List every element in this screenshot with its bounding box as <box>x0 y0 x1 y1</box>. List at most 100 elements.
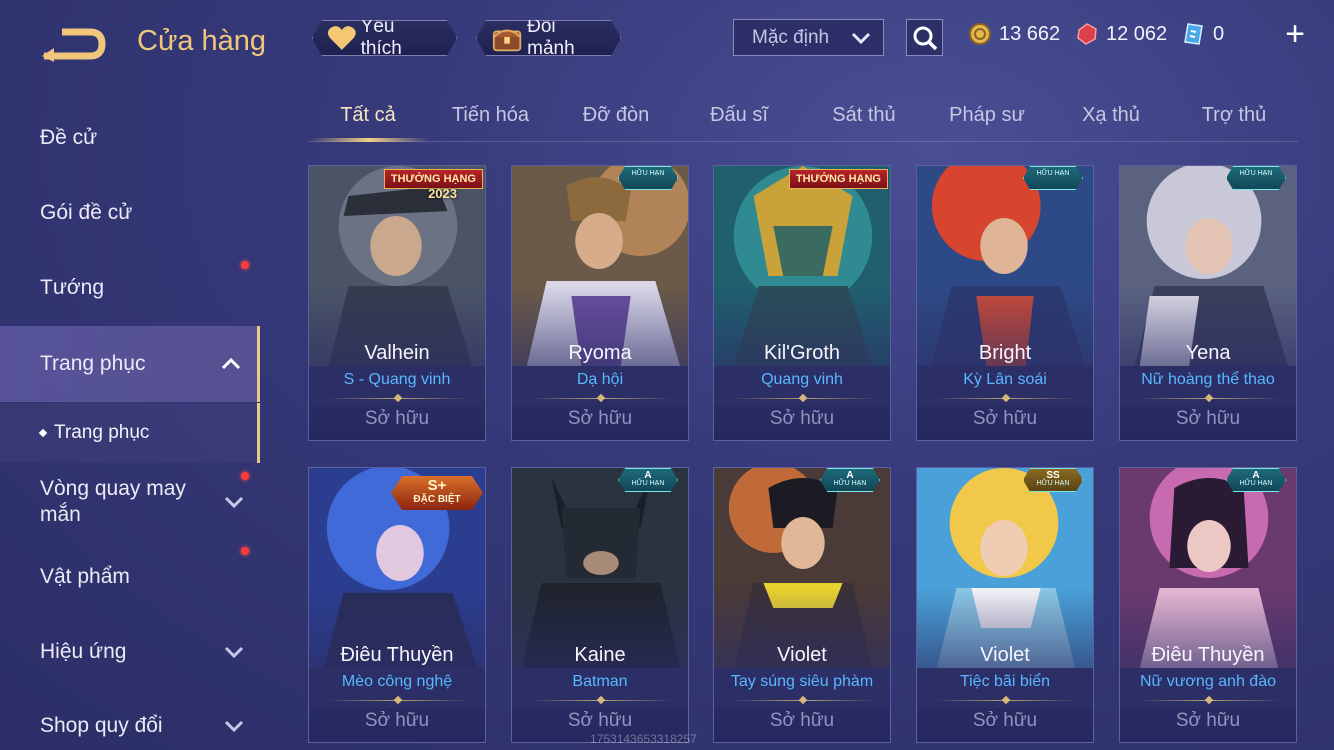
owned-status: Sở hữu <box>769 710 835 731</box>
tab-mage[interactable]: Pháp sư <box>946 104 1028 127</box>
tab-tank[interactable]: Đỡ đòn <box>578 104 654 127</box>
skin-name: Dạ hội <box>576 371 624 388</box>
hero-name: Điêu Thuyền <box>340 644 454 666</box>
sidebar-item-label: Vòng quay may mắn <box>40 477 186 526</box>
hero-name: Bright <box>978 342 1032 364</box>
coupon-icon <box>1184 23 1203 45</box>
hero-name: Violet <box>980 644 1030 666</box>
limited-badge: HỮU HẠN <box>1023 166 1083 190</box>
limited-badge: HỮU HẠN <box>618 166 678 190</box>
sidebar-item-lucky-spin[interactable]: Vòng quay may mắn <box>0 464 260 540</box>
top-up-button[interactable]: + <box>1280 17 1310 51</box>
sort-value: Mặc định <box>752 26 830 48</box>
heart-icon <box>327 25 357 51</box>
hero-name: Kil'Groth <box>763 342 841 364</box>
skin-card[interactable]: A HỮU HẠN Điêu Thuyền Nữ vương anh đào S… <box>1119 467 1297 743</box>
sidebar-item-label: Hiệu ứng <box>40 640 127 663</box>
skin-card[interactable]: HỮU HẠN Ryoma Dạ hội Sở hữu <box>511 165 689 441</box>
badge-grade: S+ <box>427 477 447 494</box>
sidebar-item-label: Vật phẩm <box>40 565 130 588</box>
sidebar-item-label: Shop quy đổi <box>40 714 163 737</box>
limited-badge-label: HỮU HẠN <box>631 480 665 487</box>
limited-badge: HỮU HẠN <box>1226 166 1286 190</box>
sidebar-item-exchange-shop[interactable]: Shop quy đổi <box>0 690 260 750</box>
skin-card[interactable]: HỮU HẠN Bright Kỳ Lân soái Sở hữu <box>916 165 1094 441</box>
chevron-down-icon <box>224 720 244 733</box>
sidebar-subitem-label: Trang phục <box>54 422 150 443</box>
ruby-icon <box>1077 23 1097 45</box>
page-title: Cửa hàng <box>137 25 267 57</box>
chevron-down-icon <box>224 646 244 659</box>
skin-card[interactable]: THƯỞNG HẠNG 2023 Valhein S - Quang vinh … <box>308 165 486 441</box>
notification-dot <box>241 547 249 555</box>
rank-reward-badge: THƯỞNG HẠNG <box>788 169 888 189</box>
skin-name: Tiệc bãi biển <box>959 673 1051 690</box>
sidebar-item-heroes[interactable]: Tướng <box>0 252 260 324</box>
skin-name: Nữ hoàng thể thao <box>1141 371 1275 388</box>
skin-name: Quang vinh <box>761 371 843 388</box>
plus-icon: + <box>1285 15 1305 53</box>
skin-name: Batman <box>572 673 628 690</box>
skin-card[interactable]: SS HỮU HẠN Violet Tiệc bãi biển Sở hữu <box>916 467 1094 743</box>
search-button[interactable] <box>906 19 943 56</box>
limited-badge-label: HỮU HẠN <box>1036 480 1070 487</box>
sidebar-item-recommended[interactable]: Đề cử <box>0 102 260 174</box>
skin-card[interactable]: S+ ĐẶC BIỆT Điêu Thuyền Mèo công nghệ Sở… <box>308 467 486 743</box>
skin-card[interactable]: HỮU HẠN Yena Nữ hoàng thể thao Sở hữu <box>1119 165 1297 441</box>
limited-badge: A HỮU HẠN <box>820 468 880 492</box>
sidebar-item-label: Tướng <box>40 276 105 299</box>
hero-name: Violet <box>777 644 827 666</box>
tab-support[interactable]: Trợ thủ <box>1198 104 1270 127</box>
sidebar-item-recommended-packs[interactable]: Gói đề cử <box>0 177 260 269</box>
category-tabs: Tất cả Tiến hóa Đỡ đòn Đấu sĩ Sát thủ Ph… <box>308 100 1298 142</box>
gold-balance: 13 662 <box>968 22 1060 46</box>
tab-marksman[interactable]: Xạ thủ <box>1078 104 1144 127</box>
owned-status: Sở hữu <box>972 408 1038 429</box>
skin-card[interactable]: THƯỞNG HẠNG Kil'Groth Quang vinh Sở hữu <box>713 165 891 441</box>
owned-status: Sở hữu <box>567 408 633 429</box>
coupon-balance: 0 <box>1182 22 1224 46</box>
notification-dot <box>241 472 249 480</box>
skin-card[interactable]: A HỮU HẠN Kaine Batman Sở hữu <box>511 467 689 743</box>
hero-name: Ryoma <box>568 342 632 364</box>
exchange-fragments-button[interactable]: Đổi mảnh <box>476 20 621 56</box>
sidebar-item-skins[interactable]: Trang phục <box>0 326 260 402</box>
chevron-down-icon <box>224 496 244 509</box>
skin-card[interactable]: A HỮU HẠN Violet Tay súng siêu phàm Sở h… <box>713 467 891 743</box>
tab-all[interactable]: Tất cả <box>338 104 398 127</box>
sidebar-item-effects[interactable]: Hiệu ứng <box>0 616 260 688</box>
sidebar-item-items[interactable]: Vật phẩm <box>0 541 260 613</box>
chevron-up-icon <box>221 357 241 370</box>
ruby-amount: 12 062 <box>1106 22 1168 45</box>
sidebar-item-label: Đề cử <box>40 126 98 149</box>
limited-badge-label: HỮU HẠN <box>631 170 665 177</box>
tab-assassin[interactable]: Sát thủ <box>828 104 900 127</box>
badge-grade: A <box>1252 470 1260 481</box>
sidebar-subitem-skins[interactable]: Trang phục <box>0 403 260 463</box>
owned-status: Sở hữu <box>972 710 1038 731</box>
back-button[interactable] <box>40 22 108 62</box>
tab-evolution[interactable]: Tiến hóa <box>448 104 533 127</box>
search-icon <box>913 26 937 50</box>
sidebar-item-label: Trang phục <box>40 352 146 375</box>
hero-name: Valhein <box>364 342 430 364</box>
ruby-balance: 12 062 <box>1075 22 1167 46</box>
gold-coin-icon <box>969 23 991 45</box>
sort-dropdown[interactable]: Mặc định <box>733 19 884 56</box>
owned-status: Sở hữu <box>769 408 835 429</box>
coupon-amount: 0 <box>1213 22 1225 45</box>
limited-badge: SS HỮU HẠN <box>1023 468 1083 492</box>
skin-name: Tay súng siêu phàm <box>730 673 874 690</box>
badge-label: ĐẶC BIỆT <box>413 494 461 505</box>
treasure-chest-icon <box>491 23 523 53</box>
owned-status: Sở hữu <box>364 710 430 731</box>
limited-badge-label: HỮU HẠN <box>1239 480 1273 487</box>
limited-badge: A HỮU HẠN <box>1226 468 1286 492</box>
exchange-label: Đổi mảnh <box>527 16 575 59</box>
tab-fighter[interactable]: Đấu sĩ <box>706 104 772 127</box>
skin-name: Nữ vương anh đào <box>1140 673 1276 690</box>
active-tab-indicator <box>310 138 428 142</box>
owned-status: Sở hữu <box>1175 408 1241 429</box>
sidebar: Đề cử Gói đề cử Tướng Trang phục Trang p… <box>0 100 262 750</box>
favorite-button[interactable]: Yêu thích <box>312 20 457 56</box>
